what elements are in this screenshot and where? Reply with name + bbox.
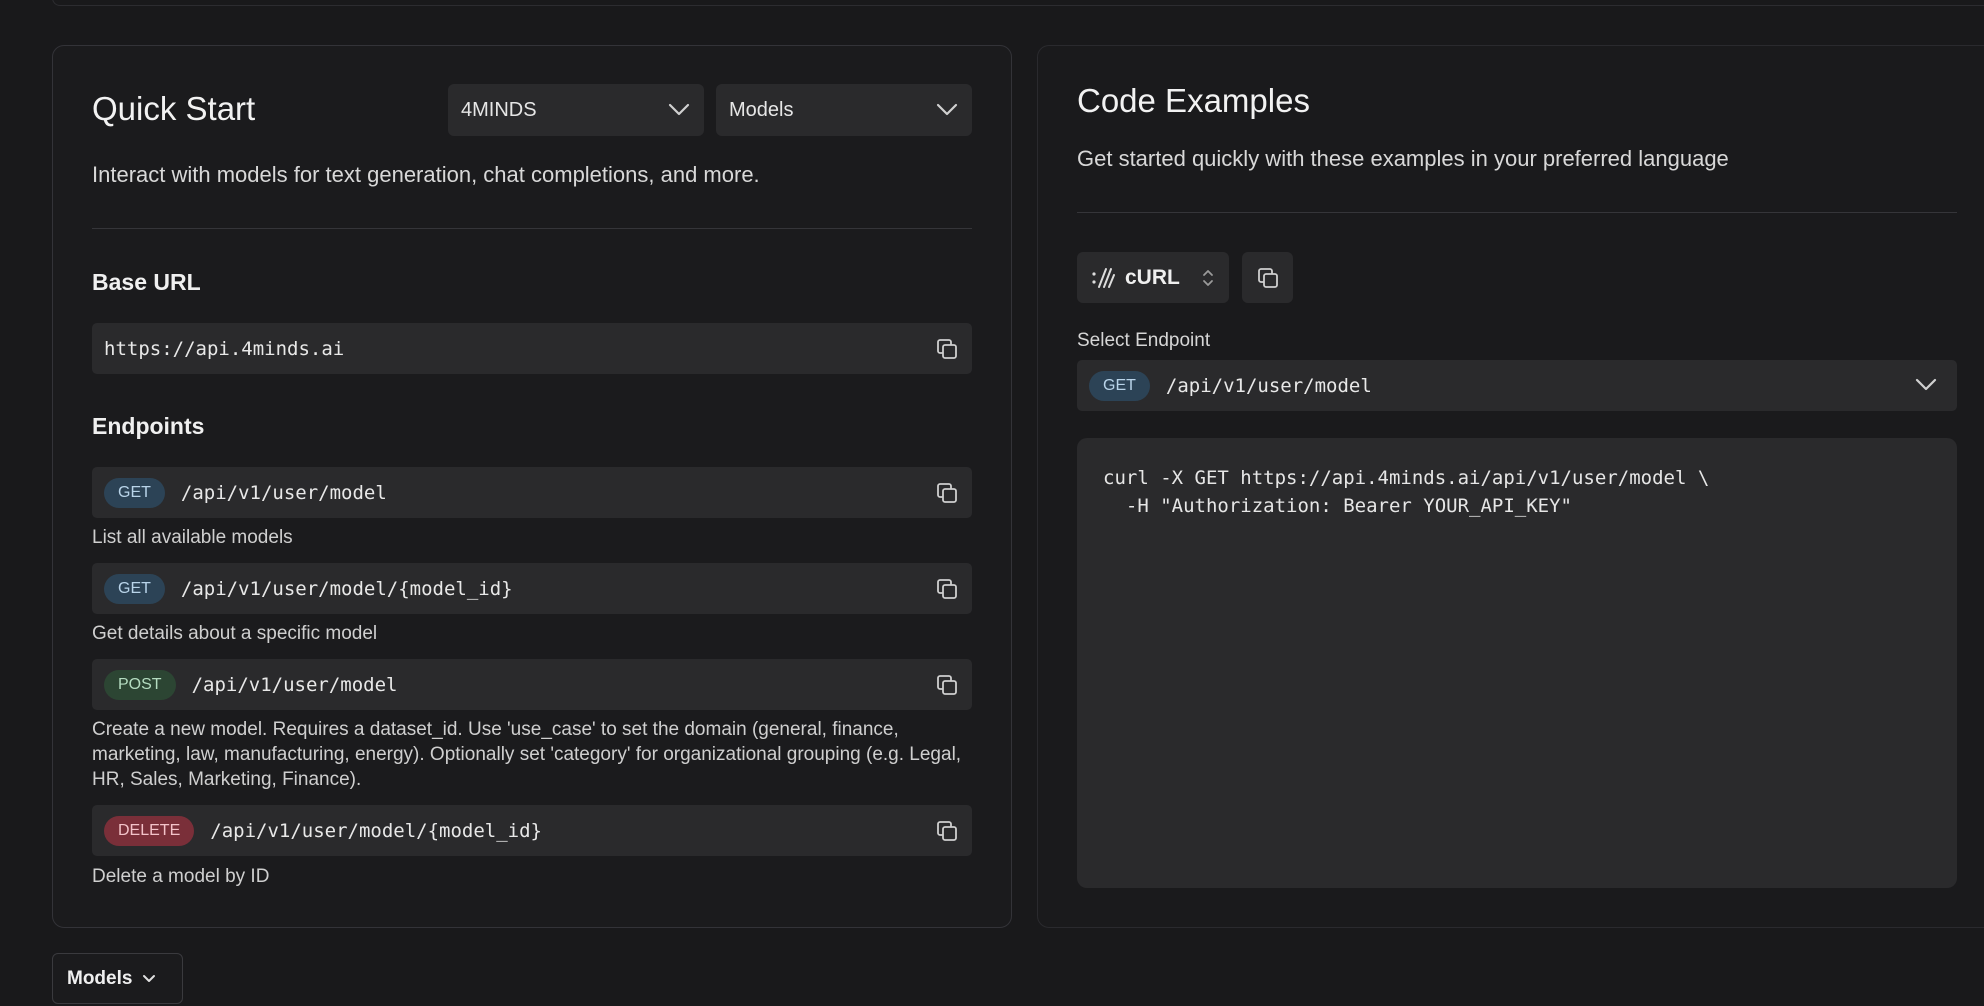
quick-start-description: Interact with models for text generation… [92,162,760,187]
org-dropdown[interactable]: 4MINDS [448,84,704,136]
language-select-value: cURL [1125,265,1180,289]
quick-start-panel: Quick Start 4MINDS Models Interact with … [52,45,1012,928]
code-examples-panel: Code Examples Get started quickly with t… [1037,45,1984,928]
endpoint-path: /api/v1/user/model [180,481,387,504]
chevron-down-icon [143,974,156,982]
top-panel-edge [52,0,1984,6]
copy-icon [1257,267,1278,288]
quick-start-title: Quick Start [92,90,256,127]
endpoint-path: /api/v1/user/model/{model_id} [210,819,542,842]
copy-endpoint-button[interactable] [934,672,960,698]
divider [1077,212,1957,213]
copy-icon [937,339,957,359]
endpoint-row: GET /api/v1/user/model [92,467,972,518]
endpoints-heading: Endpoints [92,413,205,439]
category-dropdown[interactable]: Models [716,84,972,136]
org-dropdown-value: 4MINDS [461,98,537,121]
copy-icon [937,675,957,695]
copy-icon [937,483,957,503]
base-url-box: https://api.4minds.ai [92,323,972,374]
copy-endpoint-button[interactable] [934,480,960,506]
endpoint-row: GET /api/v1/user/model/{model_id} [92,563,972,614]
method-badge-post: POST [104,669,176,700]
endpoint-path: /api/v1/user/model [191,673,398,696]
copy-code-button[interactable] [1242,252,1293,303]
endpoint-select[interactable]: GET /api/v1/user/model [1077,360,1957,411]
endpoint-row: POST /api/v1/user/model [92,659,972,710]
chevron-up-down-icon [1203,269,1213,286]
select-endpoint-label: Select Endpoint [1077,330,1211,351]
models-selector-button[interactable]: Models [52,953,183,1004]
selected-endpoint-path: /api/v1/user/model [1165,374,1372,397]
code-block: curl -X GET https://api.4minds.ai/api/v1… [1077,438,1957,888]
code-examples-description: Get started quickly with these examples … [1077,146,1729,171]
method-badge-get: GET [104,573,165,604]
endpoint-description: List all available models [92,527,293,548]
method-badge-get: GET [104,477,165,508]
curl-icon [1092,267,1115,288]
divider [92,228,972,229]
language-select[interactable]: cURL [1077,252,1229,303]
base-url-value: https://api.4minds.ai [104,337,345,360]
code-snippet: curl -X GET https://api.4minds.ai/api/v1… [1103,467,1710,517]
endpoint-description: Delete a model by ID [92,866,270,887]
endpoint-description: Create a new model. Requires a dataset_i… [92,719,962,790]
category-dropdown-value: Models [729,98,794,121]
copy-endpoint-button[interactable] [934,818,960,844]
endpoint-description: Get details about a specific model [92,623,378,644]
chevron-down-icon [936,103,958,116]
copy-icon [937,821,957,841]
models-selector-label: Models [67,967,133,989]
copy-endpoint-button[interactable] [934,576,960,602]
endpoint-path: /api/v1/user/model/{model_id} [180,577,513,600]
base-url-heading: Base URL [92,269,201,295]
copy-base-url-button[interactable] [934,336,960,362]
chevron-down-icon [668,103,690,116]
chevron-down-icon [1915,378,1937,391]
copy-icon [937,579,957,599]
method-badge-delete: DELETE [104,815,195,846]
code-examples-title: Code Examples [1077,82,1310,119]
endpoint-row: DELETE /api/v1/user/model/{model_id} [92,805,972,856]
method-badge-get: GET [1089,370,1150,401]
